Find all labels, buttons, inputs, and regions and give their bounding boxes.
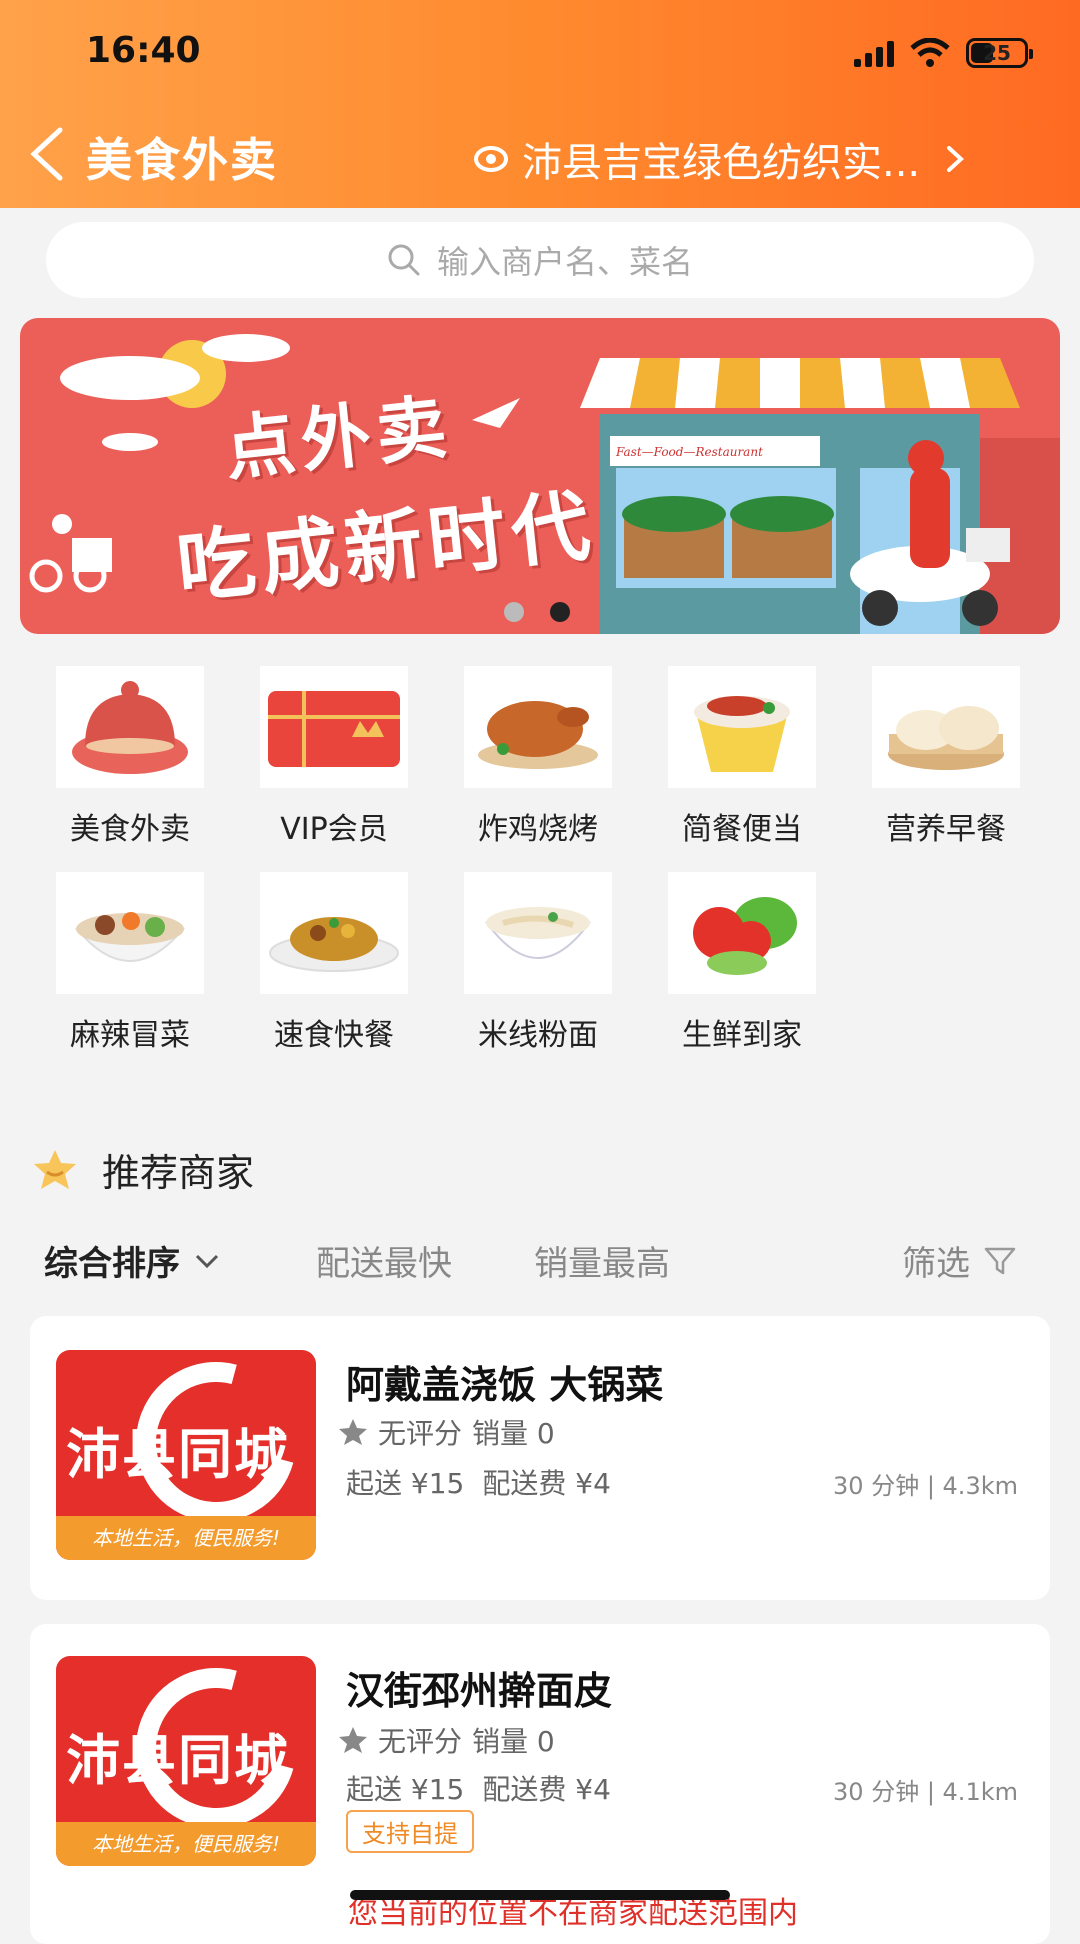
delivery-fee: 配送费 ¥4 [482, 1773, 611, 1806]
sales-text: 销量 0 [472, 1417, 555, 1450]
banner-dot-2[interactable] [550, 602, 570, 622]
fried-chicken-icon [464, 666, 612, 788]
home-indicator[interactable] [350, 1890, 730, 1900]
eta-distance: 30 分钟 | 4.1km [833, 1778, 1018, 1806]
shop-name: 汉街邳州擀面皮 [346, 1669, 613, 1713]
filter-button[interactable]: 筛选 [902, 1236, 1016, 1285]
self-pickup-tag: 支持自提 [346, 1810, 474, 1853]
category-item-fried-chicken[interactable]: 炸鸡烧烤 [458, 666, 618, 848]
rating-text: 无评分 [378, 1417, 463, 1450]
category-item-spicy[interactable]: 麻辣冒菜 [50, 872, 210, 1054]
shop-sign-text: Fast—Food—Restaurant [615, 445, 763, 459]
location-text: 沛县吉宝绿色纺织实... [522, 140, 921, 186]
category-item-bento[interactable]: 简餐便当 [662, 666, 822, 848]
min-order: 起送 ¥15 [346, 1467, 465, 1500]
spicy-bowl-icon [56, 872, 204, 994]
logo-text: 沛县同城 [66, 1729, 290, 1792]
chevron-down-icon [195, 1254, 219, 1268]
battery-level: 25 [983, 41, 1011, 65]
fresh-vegetable-icon [668, 872, 816, 994]
shop-logo: 沛县同城 本地生活，便民服务! [56, 1656, 316, 1866]
eta-distance: 30 分钟 | 4.3km [833, 1472, 1018, 1500]
category-item-vip[interactable]: VIP会员 [254, 666, 414, 848]
breakfast-bun-icon [872, 666, 1020, 788]
logo-slogan: 本地生活，便民服务! [56, 1822, 316, 1866]
vip-card-icon [260, 666, 408, 788]
logo-text: 沛县同城 [66, 1423, 290, 1486]
status-icons: 25 [854, 38, 1033, 68]
category-label: 麻辣冒菜 [70, 1018, 190, 1053]
sort-comprehensive-label: 综合排序 [44, 1244, 180, 1284]
star-icon [339, 1419, 367, 1445]
category-label: 美食外卖 [70, 812, 190, 847]
filter-label: 筛选 [902, 1244, 970, 1284]
sales-text: 销量 0 [472, 1725, 555, 1758]
shop-logo: 沛县同城 本地生活，便民服务! [56, 1350, 316, 1560]
search-placeholder: 输入商户名、菜名 [436, 243, 693, 281]
promo-banner[interactable]: Fast—Food—Restaurant 点外卖 吃成新时代 [20, 318, 1060, 634]
rating-text: 无评分 [378, 1725, 463, 1758]
shop-rating: 无评分 销量 0 [338, 1412, 555, 1452]
shop-fees: 起送 ¥15 配送费 ¥4 [346, 1462, 629, 1502]
category-label: 生鲜到家 [682, 1018, 802, 1053]
category-item-fast-food[interactable]: 速食快餐 [254, 872, 414, 1054]
page-title: 美食外卖 [86, 133, 278, 187]
filter-funnel-icon [984, 1247, 1016, 1274]
location-selector[interactable]: 沛县吉宝绿色纺织实... [474, 130, 966, 188]
category-item-breakfast[interactable]: 营养早餐 [866, 666, 1026, 848]
category-label: 营养早餐 [886, 812, 1006, 847]
banner-slogan: 点外卖 吃成新时代 [160, 357, 601, 619]
recommended-section-title: 推荐商家 [30, 1142, 254, 1197]
shop-card[interactable]: 沛县同城 本地生活，便民服务! 阿戴盖浇饭 大锅菜 无评分 销量 0 起送 ¥1… [30, 1316, 1050, 1600]
category-label: 简餐便当 [682, 812, 802, 847]
category-label: 米线粉面 [478, 1018, 598, 1053]
search-icon [388, 244, 420, 276]
fast-food-icon [260, 872, 408, 994]
wifi-icon [910, 38, 950, 67]
sort-fastest[interactable]: 配送最快 [316, 1236, 452, 1285]
shop-fees: 起送 ¥15 配送费 ¥4 [346, 1768, 629, 1808]
sort-top-sales[interactable]: 销量最高 [534, 1236, 670, 1285]
back-arrow-icon[interactable] [26, 126, 66, 182]
banner-pagination [504, 602, 570, 622]
star-icon [339, 1727, 367, 1753]
app-header: 16:40 25 美食外卖 沛县吉宝绿色纺织实... [0, 0, 1080, 208]
shop-name: 阿戴盖浇饭 大锅菜 [346, 1363, 664, 1407]
category-item-noodles[interactable]: 米线粉面 [458, 872, 618, 1054]
banner-dot-1[interactable] [504, 602, 524, 622]
status-time: 16:40 [86, 30, 201, 71]
logo-slogan: 本地生活，便民服务! [56, 1516, 316, 1560]
category-label: VIP会员 [280, 812, 388, 847]
search-input[interactable]: 输入商户名、菜名 [46, 222, 1034, 298]
food-delivery-icon [56, 666, 204, 788]
battery-icon: 25 [966, 38, 1033, 68]
bento-icon [668, 666, 816, 788]
shop-rating: 无评分 销量 0 [338, 1720, 555, 1760]
chevron-right-icon [947, 146, 965, 172]
category-item-fresh[interactable]: 生鲜到家 [662, 872, 822, 1054]
category-label: 炸鸡烧烤 [478, 812, 598, 847]
location-eye-icon [474, 146, 508, 172]
delivery-fee: 配送费 ¥4 [482, 1467, 611, 1500]
noodle-bowl-icon [464, 872, 612, 994]
category-item-food-delivery[interactable]: 美食外卖 [50, 666, 210, 848]
signal-icon [854, 39, 894, 67]
star-badge-icon [34, 1149, 76, 1189]
sort-comprehensive[interactable]: 综合排序 [44, 1236, 220, 1285]
min-order: 起送 ¥15 [346, 1773, 465, 1806]
category-label: 速食快餐 [274, 1018, 394, 1053]
section-title-text: 推荐商家 [102, 1151, 255, 1195]
